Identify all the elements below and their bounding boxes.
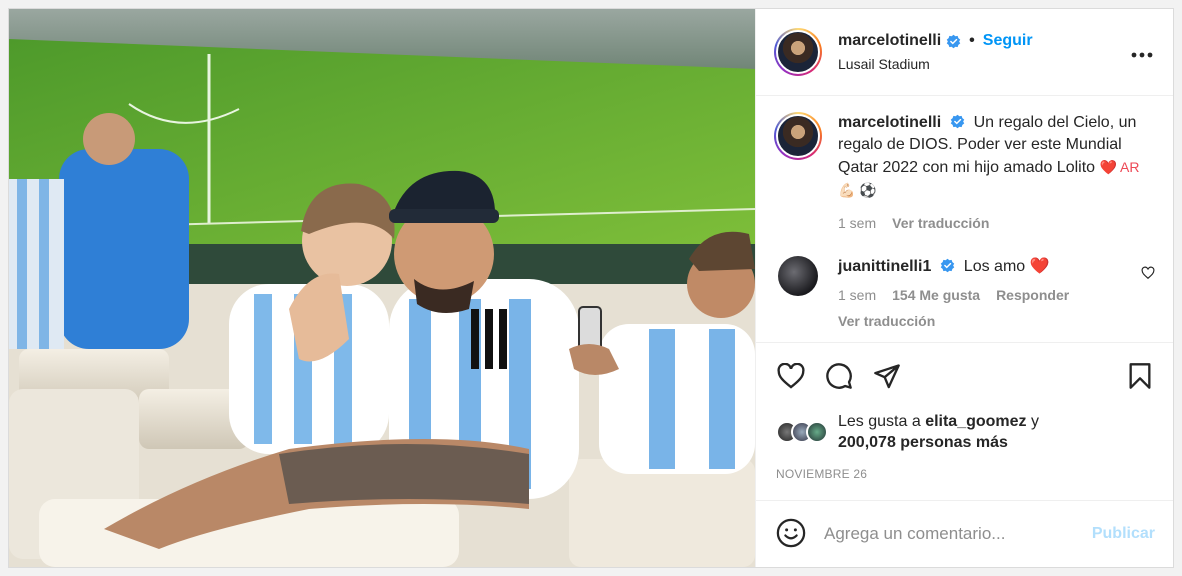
verified-icon (946, 34, 961, 49)
likes-text: Les gusta a elita_goomez y 200,078 perso… (838, 411, 1039, 453)
publish-button[interactable]: Publicar (1092, 525, 1155, 543)
reply-button[interactable]: Responder (996, 284, 1069, 306)
comments-section: marcelotinelli Un regalo del Cielo, un r… (756, 96, 1173, 343)
likes-count[interactable]: 200,078 personas más (838, 434, 1008, 451)
caption-translate-link[interactable]: Ver traducción (892, 212, 989, 234)
verified-icon (950, 114, 965, 129)
separator-dot: • (969, 32, 975, 49)
more-options-icon[interactable] (1127, 37, 1157, 68)
liker-avatars[interactable] (776, 421, 828, 443)
author-avatar[interactable] (774, 28, 822, 76)
stadium-photo-illustration (9, 9, 755, 567)
comment-text: Los amo (963, 258, 1026, 275)
emoji-icon[interactable] (776, 518, 808, 550)
author-name-line: marcelotinelli • Seguir (838, 32, 1127, 50)
comment-time[interactable]: 1 sem (838, 284, 876, 306)
caption-body: marcelotinelli Un regalo del Cielo, un r… (838, 112, 1157, 234)
caption: marcelotinelli Un regalo del Cielo, un r… (774, 112, 1157, 234)
location-link[interactable]: Lusail Stadium (838, 56, 1127, 72)
save-icon[interactable] (1123, 359, 1157, 393)
caption-username[interactable]: marcelotinelli (838, 114, 941, 131)
comment-input[interactable] (824, 524, 1092, 544)
verified-icon (940, 258, 955, 273)
post-side-panel: marcelotinelli • Seguir Lusail Stadium m… (755, 9, 1173, 567)
likes-conj: y (1031, 413, 1039, 430)
follow-button[interactable]: Seguir (983, 32, 1033, 50)
comment-icon[interactable] (822, 359, 856, 393)
liker-username[interactable]: elita_goomez (925, 413, 1026, 430)
commenter-avatar[interactable] (778, 256, 818, 296)
likes-summary: Les gusta a elita_goomez y 200,078 perso… (756, 409, 1173, 455)
comment-likes[interactable]: 154 Me gusta (892, 284, 980, 306)
like-icon[interactable] (774, 359, 808, 393)
comment-translate-link[interactable]: Ver traducción (838, 310, 1141, 332)
post-date[interactable]: NOVIEMBRE 26 (756, 455, 1173, 501)
comment-username[interactable]: juanittinelli1 (838, 258, 931, 275)
author-username[interactable]: marcelotinelli (838, 32, 941, 50)
caption-author-avatar[interactable] (774, 112, 822, 160)
share-icon[interactable] (870, 359, 904, 393)
comment-meta: 1 sem 154 Me gusta Responder (838, 284, 1141, 306)
comment-emoji: ❤️ (1029, 258, 1050, 275)
comment-like-icon[interactable] (1141, 266, 1157, 282)
comment-body: juanittinelli1 Los amo ❤️ 1 sem 154 Me g… (838, 256, 1141, 332)
caption-meta: 1 sem Ver traducción (838, 212, 1157, 234)
add-comment-bar: Publicar (756, 501, 1173, 567)
action-bar (756, 343, 1173, 409)
likes-prefix: Les gusta a (838, 413, 921, 430)
author-info: marcelotinelli • Seguir Lusail Stadium (838, 32, 1127, 72)
comment-item: juanittinelli1 Los amo ❤️ 1 sem 154 Me g… (774, 256, 1157, 332)
post-header: marcelotinelli • Seguir Lusail Stadium (756, 9, 1173, 96)
post-card: marcelotinelli • Seguir Lusail Stadium m… (8, 8, 1174, 568)
liker-avatar (806, 421, 828, 443)
caption-time[interactable]: 1 sem (838, 212, 876, 234)
post-photo[interactable] (9, 9, 755, 567)
